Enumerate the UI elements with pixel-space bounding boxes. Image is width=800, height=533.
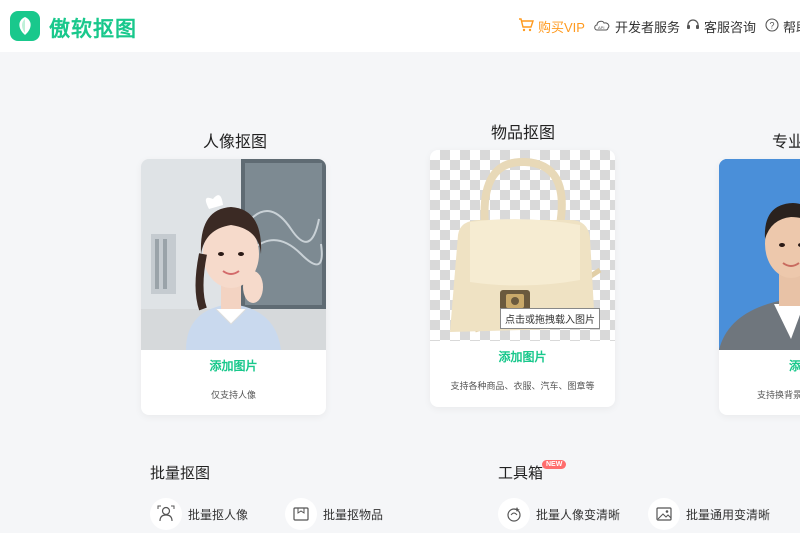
headset-icon — [686, 18, 700, 35]
batch-general-enhance-button[interactable]: 批量通用变清晰 — [648, 498, 770, 530]
box-outline-icon — [285, 498, 317, 530]
api-icon: API — [593, 19, 611, 34]
buy-vip-label: 购买VIP — [538, 19, 585, 35]
developer-service-link[interactable]: API 开发者服务 — [593, 17, 680, 35]
developer-service-label: 开发者服务 — [615, 19, 681, 35]
brand-name[interactable]: 傲软抠图 — [49, 13, 137, 43]
professional-add-image-button[interactable]: 添 — [719, 357, 800, 374]
app-logo[interactable] — [10, 11, 40, 41]
professional-cutout-card[interactable]: 添 支持换背景、 — [719, 159, 800, 415]
object-card-description: 支持各种商品、衣服、汽车、图章等 — [450, 381, 595, 391]
customer-service-link[interactable]: 客服咨询 — [686, 17, 756, 35]
batch-portrait-label: 批量抠人像 — [188, 507, 249, 522]
image-enhance-icon — [648, 498, 680, 530]
object-cutout-card[interactable]: 点击或拖拽载入图片 添加图片 支持各种商品、衣服、汽车、图章等 — [430, 150, 615, 407]
object-add-image-button[interactable]: 添加图片 — [430, 348, 615, 365]
professional-card-description: 支持换背景、 — [757, 390, 800, 400]
batch-portrait-enhance-label: 批量人像变清晰 — [536, 507, 621, 522]
batch-general-enhance-label: 批量通用变清晰 — [686, 507, 771, 522]
upload-tooltip: 点击或拖拽载入图片 — [500, 308, 600, 329]
person-outline-icon — [150, 498, 182, 530]
svg-text:API: API — [598, 25, 604, 30]
object-sample-image: 点击或拖拽载入图片 — [430, 150, 615, 341]
buy-vip-link[interactable]: 购买VIP — [518, 17, 585, 35]
portrait-card-description: 仅支持人像 — [210, 390, 256, 400]
help-icon: ? — [765, 17, 779, 35]
portrait-cutout-title: 人像抠图 — [203, 134, 268, 151]
toolbox-title: 工具箱 — [498, 465, 544, 482]
id-photo-sample-image — [719, 159, 800, 350]
svg-text:?: ? — [770, 20, 775, 30]
object-cutout-title: 物品抠图 — [491, 125, 556, 142]
batch-object-button[interactable]: 批量抠物品 — [285, 498, 383, 530]
professional-cutout-title: 专业 — [772, 134, 800, 151]
batch-portrait-enhance-button[interactable]: 批量人像变清晰 — [498, 498, 620, 530]
batch-portrait-button[interactable]: 批量抠人像 — [150, 498, 248, 530]
help-link[interactable]: ? 帮助 — [765, 17, 800, 35]
new-badge: NEW — [542, 460, 567, 469]
face-enhance-icon — [498, 498, 530, 530]
customer-service-label: 客服咨询 — [704, 19, 757, 35]
leaf-logo-icon — [19, 17, 31, 35]
batch-object-label: 批量抠物品 — [323, 507, 384, 522]
portrait-cutout-card[interactable]: 添加图片 仅支持人像 — [141, 159, 326, 415]
batch-cutout-title: 批量抠图 — [150, 465, 211, 482]
portrait-sample-image — [141, 159, 326, 350]
top-header: 傲软抠图 购买VIP API 开发者服务 客服咨询 ? 帮助 — [0, 0, 800, 52]
cart-icon — [518, 17, 534, 35]
portrait-add-image-button[interactable]: 添加图片 — [141, 357, 326, 374]
help-label: 帮助 — [783, 19, 800, 35]
